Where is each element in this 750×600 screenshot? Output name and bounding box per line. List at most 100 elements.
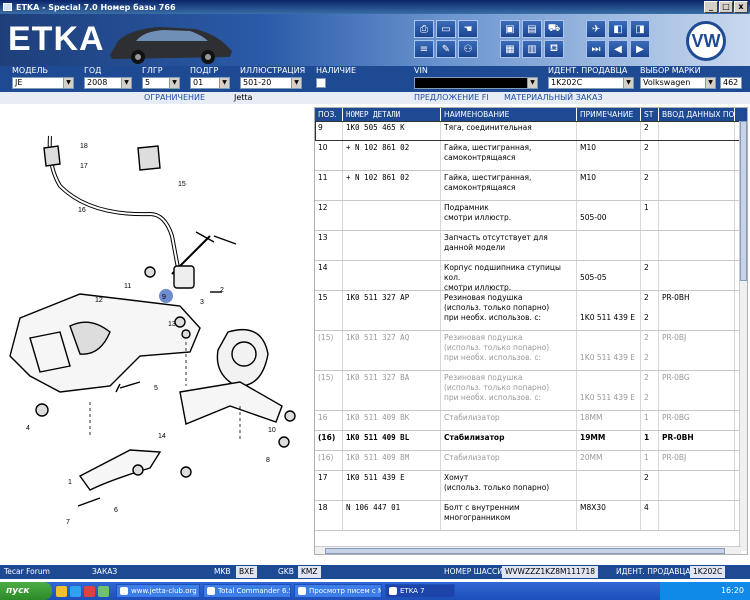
chevron-down-icon[interactable]: ▼ xyxy=(623,78,633,88)
callout-1[interactable]: 1 xyxy=(68,479,72,486)
podgr-select[interactable]: 01 ▼ xyxy=(190,77,230,89)
callout-8[interactable]: 8 xyxy=(266,457,270,464)
callout-18[interactable]: 18 xyxy=(80,143,88,150)
table-row[interactable]: (16) 1K0 511 409 BM Стабилизатор 20MM 1 PR-0… xyxy=(315,451,747,471)
table-row[interactable]: 16 1K0 511 409 BK Стабилизатор 18MM 1 PR-0BG xyxy=(315,411,747,431)
document-icon[interactable]: ◨ xyxy=(630,20,650,38)
table-row[interactable]: 12 Подрамник смотри иллюстр. 505-00 1 xyxy=(315,201,747,231)
close-button[interactable]: x xyxy=(734,1,748,13)
availability-label: НАЛИЧИЕ xyxy=(316,66,357,75)
edit-icon[interactable]: ✎ xyxy=(436,40,456,58)
table-row[interactable]: 17 1K0 511 439 E Хомут (использ. только п… xyxy=(315,471,747,501)
col-data-entry[interactable]: ВВОД ДАННЫХ ПО xyxy=(659,108,735,121)
col-st[interactable]: ST xyxy=(641,108,659,121)
start-button[interactable]: пуск xyxy=(0,582,52,600)
availability-checkbox[interactable] xyxy=(316,78,326,88)
cart-icon[interactable]: ⛟ xyxy=(544,20,564,38)
chevron-down-icon[interactable]: ▼ xyxy=(219,78,229,88)
folder-icon[interactable]: ▥ xyxy=(522,40,542,58)
table-row[interactable]: 18 N 106 447 01 Болт с внутренним многогр… xyxy=(315,501,747,531)
brand-select[interactable]: Volkswagen ▼ xyxy=(640,77,716,89)
illustration-select[interactable]: 501-20 ▼ xyxy=(240,77,302,89)
last-icon[interactable]: ⏭ xyxy=(586,40,606,58)
taskbar-item[interactable]: www.jetta-club.org ... xyxy=(116,584,200,598)
ie-icon[interactable] xyxy=(70,585,81,597)
hand-icon[interactable]: ☚ xyxy=(458,20,478,38)
elsa-icon[interactable]: ▣ xyxy=(500,20,520,38)
scroll-thumb[interactable] xyxy=(325,548,725,554)
basket-icon[interactable]: ⛾ xyxy=(544,40,564,58)
forward-icon[interactable]: ▶ xyxy=(630,40,650,58)
table-row[interactable]: (15) 1K0 511 327 BA Резиновая подушка (ис… xyxy=(315,371,747,411)
table-row[interactable]: 14 Корпус подшипника ступицы кол. смотри … xyxy=(315,261,747,292)
chevron-down-icon[interactable]: ▼ xyxy=(169,78,179,88)
callout-9[interactable]: 9 xyxy=(162,294,166,301)
callout-17[interactable]: 17 xyxy=(80,163,88,170)
table-row[interactable]: (16) 1K0 511 409 BL Стабилизатор 19MM 1 PR-0… xyxy=(315,431,747,451)
parts-illustration[interactable]: 18 17 15 16 11 9 3 2 12 13 5 4 14 10 8 1… xyxy=(0,106,312,560)
table-row[interactable]: 9 1K0 505 465 K Тяга, соединительная 2 xyxy=(315,121,747,141)
callout-11[interactable]: 11 xyxy=(124,283,131,290)
callout-12[interactable]: 12 xyxy=(95,297,103,304)
cell-note: 1K0 511 439 E xyxy=(577,291,641,330)
page-icon[interactable]: ◧ xyxy=(608,20,628,38)
chevron-down-icon[interactable]: ▼ xyxy=(63,78,73,88)
print-icon[interactable]: ⎙ xyxy=(414,20,434,38)
callout-4[interactable]: 4 xyxy=(26,425,30,432)
callout-15[interactable]: 15 xyxy=(178,181,186,188)
app-icon[interactable] xyxy=(98,585,109,597)
callout-13[interactable]: 13 xyxy=(168,321,176,328)
seller-id-select[interactable]: 1K202C ▼ xyxy=(548,77,634,89)
back-icon[interactable]: ◀ xyxy=(608,40,628,58)
chevron-down-icon[interactable]: ▼ xyxy=(291,78,301,88)
callout-6[interactable]: 6 xyxy=(114,507,118,514)
table-row[interactable]: 10 + N 102 861 02 Гайка, шестигранная, сам… xyxy=(315,141,747,171)
cell-data-entry xyxy=(659,261,735,290)
table-row[interactable]: (15) 1K0 511 327 AQ Резиновая подушка (ис… xyxy=(315,331,747,371)
year-select[interactable]: 2008 ▼ xyxy=(84,77,132,89)
scroll-thumb[interactable] xyxy=(740,121,747,281)
restriction-link[interactable]: ОГРАНИЧЕНИЕ xyxy=(144,92,205,104)
parts-icon[interactable]: ▦ xyxy=(500,40,520,58)
col-note[interactable]: ПРИМЕЧАНИЕ xyxy=(577,108,641,121)
horizontal-scrollbar[interactable] xyxy=(315,546,741,554)
opera-icon[interactable] xyxy=(84,585,95,597)
callout-3[interactable]: 3 xyxy=(200,299,204,306)
material-order-link[interactable]: МАТЕРИАЛЬНЫЙ ЗАКАЗ xyxy=(504,92,603,104)
callout-16[interactable]: 16 xyxy=(78,207,86,214)
chevron-down-icon[interactable]: ▼ xyxy=(121,78,131,88)
minimize-button[interactable]: _ xyxy=(704,1,718,13)
order-link[interactable]: ЗАКАЗ xyxy=(92,565,117,579)
vin-select[interactable]: ▼ xyxy=(414,77,538,89)
cell-data-entry: PR-0BJ xyxy=(659,331,735,370)
taskbar-item-active[interactable]: ETKA 7 xyxy=(385,584,455,598)
glgr-select[interactable]: 5 ▼ xyxy=(142,77,180,89)
table-row[interactable]: 11 + N 102 861 02 Гайка, шестигранная, сам… xyxy=(315,171,747,201)
report-icon[interactable]: ▤ xyxy=(522,20,542,38)
callout-2[interactable]: 2 xyxy=(220,287,224,294)
list-icon[interactable]: ≡ xyxy=(414,40,434,58)
pin-icon[interactable]: ✈ xyxy=(586,20,606,38)
chevron-down-icon[interactable]: ▼ xyxy=(705,78,715,88)
callout-10[interactable]: 10 xyxy=(268,427,276,434)
taskbar-item[interactable]: Просмотр писем с М... xyxy=(294,584,382,598)
table-row[interactable]: 15 1K0 511 327 AP Резиновая подушка (испо… xyxy=(315,291,747,331)
model-select[interactable]: JE ▼ xyxy=(12,77,74,89)
maximize-button[interactable]: □ xyxy=(719,1,733,13)
sub-toolbar: ОГРАНИЧЕНИЕ Jetta ПРЕДЛОЖЕНИЕ FI МАТЕРИА… xyxy=(0,92,750,104)
forum-link[interactable]: Tecar Forum xyxy=(4,565,50,579)
table-row[interactable]: 13 Запчасть отсутствует для данной модели xyxy=(315,231,747,261)
chevron-down-icon[interactable]: ▼ xyxy=(527,78,537,88)
vertical-scrollbar[interactable] xyxy=(739,121,747,551)
taskbar-item[interactable]: Total Commander 6.5... xyxy=(203,584,291,598)
explorer-icon[interactable] xyxy=(56,585,67,597)
col-pos[interactable]: ПОЗ. xyxy=(315,108,343,121)
callout-14[interactable]: 14 xyxy=(158,433,166,440)
callout-5[interactable]: 5 xyxy=(154,385,158,392)
monitor-icon[interactable]: ▭ xyxy=(436,20,456,38)
callout-7[interactable]: 7 xyxy=(66,519,70,526)
col-part-number[interactable]: НОМЕР ДЕТАЛИ xyxy=(343,108,441,121)
col-name[interactable]: НАИМЕНОВАНИЕ xyxy=(441,108,577,121)
people-icon[interactable]: ⚇ xyxy=(458,40,478,58)
offer-link[interactable]: ПРЕДЛОЖЕНИЕ FI xyxy=(414,92,489,104)
